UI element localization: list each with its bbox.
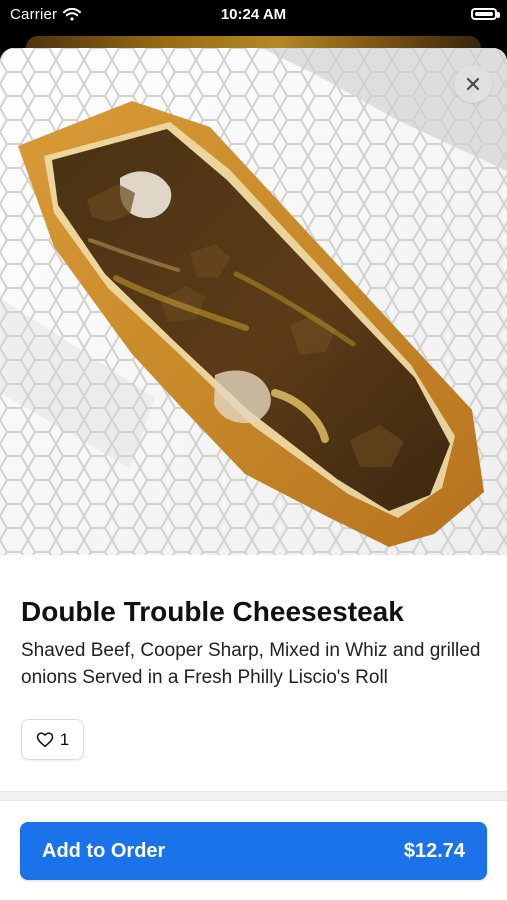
like-button[interactable]: 1 [21, 719, 84, 760]
section-divider [0, 791, 507, 801]
add-to-order-label: Add to Order [42, 839, 166, 862]
price-label: $12.74 [403, 839, 465, 862]
heart-icon [36, 731, 54, 747]
add-to-order-button[interactable]: Add to Order $12.74 [20, 822, 487, 880]
item-title: Double Trouble Cheesesteak [21, 596, 404, 627]
order-footer: Add to Order $12.74 [0, 801, 507, 900]
battery-icon [471, 8, 500, 20]
like-count: 1 [59, 730, 70, 749]
close-icon [466, 77, 480, 91]
status-bar: Carrier 10:24 AM [0, 0, 507, 30]
item-description: Shaved Beef, Cooper Sharp, Mixed in Whiz… [21, 640, 481, 688]
status-time: 10:24 AM [220, 6, 287, 23]
item-detail-sheet: Double Trouble Cheesesteak Shaved Beef, … [0, 48, 507, 900]
close-button[interactable] [454, 65, 492, 103]
cheesesteak-photo [0, 48, 507, 555]
item-photo [0, 48, 507, 555]
item-details: Double Trouble Cheesesteak Shaved Beef, … [0, 555, 507, 791]
